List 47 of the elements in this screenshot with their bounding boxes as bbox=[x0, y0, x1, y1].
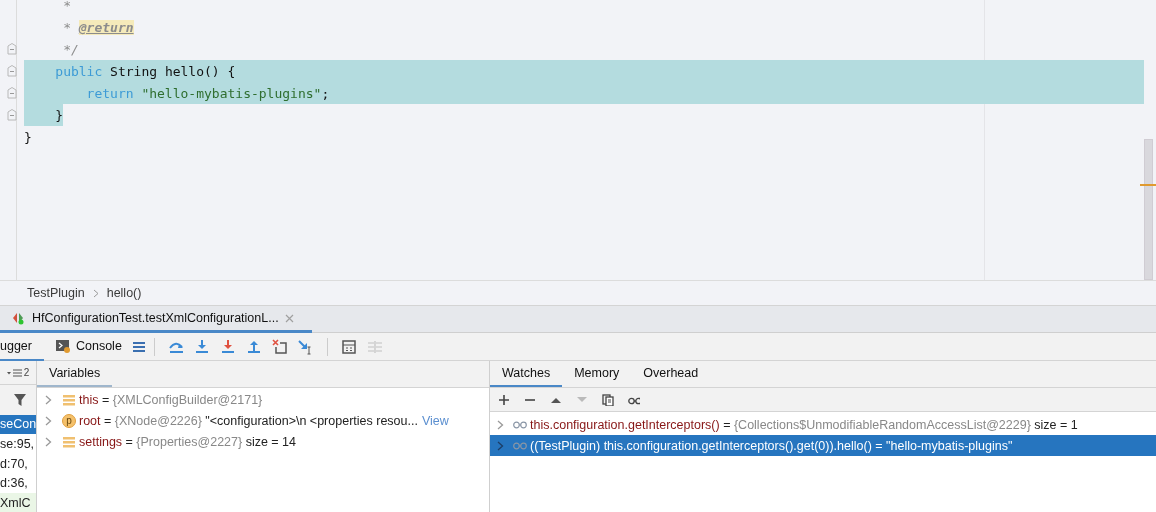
stack-frame[interactable]: se:95, bbox=[0, 434, 36, 454]
error-stripe-mark bbox=[1140, 184, 1156, 186]
variable-entry[interactable]: settings = {Properties@2227} size = 14 bbox=[79, 434, 297, 449]
panel-tab[interactable]: Variables bbox=[37, 361, 113, 387]
code-line: * bbox=[62, 0, 71, 15]
fold-marker-icon[interactable] bbox=[7, 43, 17, 55]
panel-tab[interactable]: Overhead bbox=[631, 361, 711, 387]
cross-frame-icon[interactable] bbox=[271, 338, 288, 355]
stack-frame[interactable]: d:70, bbox=[0, 453, 36, 474]
close-icon[interactable] bbox=[284, 313, 294, 323]
down-arrow-icon[interactable] bbox=[193, 338, 210, 355]
variable-entry[interactable]: this = {XMLConfigBuilder@2171} bbox=[79, 392, 263, 407]
watch-entry: ((TestPlugin) this.configuration.getInterceptors().get(0)).hello() = "hello-mybatis-plugins" bbox=[530, 438, 1013, 453]
parameter-badge: p bbox=[62, 413, 76, 428]
calculator-icon[interactable] bbox=[340, 338, 357, 355]
watch-row[interactable]: this.configuration.getInterceptors() = {Collections$UnmodifiableRandomAccessList@2229} size = 1 bbox=[490, 414, 1156, 435]
cursor-arrow-icon[interactable] bbox=[297, 338, 314, 355]
plus-icon[interactable] bbox=[498, 393, 510, 406]
copy-icon[interactable] bbox=[602, 393, 614, 406]
stack-frame[interactable]: seCon bbox=[0, 414, 36, 435]
panel-tab[interactable]: Memory bbox=[562, 361, 632, 387]
tab-label: HfConfigurationTest.testXmlConfigurationL... bbox=[32, 311, 279, 325]
stack-frame[interactable]: XmlC bbox=[0, 493, 36, 512]
code-line: } bbox=[24, 128, 32, 147]
down-arrow-icon[interactable] bbox=[219, 338, 236, 355]
code-line: */ bbox=[62, 40, 79, 59]
stack-frame[interactable]: d:36, bbox=[0, 473, 36, 494]
watch-entry: this.configuration.getInterceptors() = {Collections$UnmodifiableRandomAccessList@2229} size = 1 bbox=[530, 417, 1078, 432]
watch-row[interactable]: ((TestPlugin) this.configuration.getInterceptors().get(0)).hello() = "hello-mybatis-plugins" bbox=[490, 435, 1156, 456]
tool-tab[interactable]: Console bbox=[56, 332, 132, 361]
chevron-icon bbox=[92, 288, 99, 298]
filter-icon[interactable] bbox=[13, 393, 27, 407]
up-arrow-icon[interactable] bbox=[245, 338, 262, 355]
thread-count: 2 bbox=[23, 367, 30, 379]
menu-icon[interactable] bbox=[131, 340, 146, 353]
terminal-icon bbox=[56, 338, 71, 353]
dropdown-list-icon[interactable] bbox=[6, 367, 23, 378]
breadcrumb[interactable]: TestPlugin bbox=[27, 286, 85, 300]
field-icon bbox=[63, 393, 75, 406]
run-config-icon bbox=[12, 311, 26, 325]
scrollbar[interactable] bbox=[1144, 139, 1153, 280]
breadcrumb[interactable]: hello() bbox=[106, 286, 142, 300]
variable-entry[interactable]: root = {XNode@2226} "<configuration>\n <properties resou... bbox=[79, 413, 418, 428]
fold-marker-icon[interactable] bbox=[7, 109, 17, 121]
field-icon bbox=[63, 435, 75, 448]
fold-marker-icon[interactable] bbox=[7, 65, 17, 77]
fold-marker-icon[interactable] bbox=[7, 87, 17, 99]
